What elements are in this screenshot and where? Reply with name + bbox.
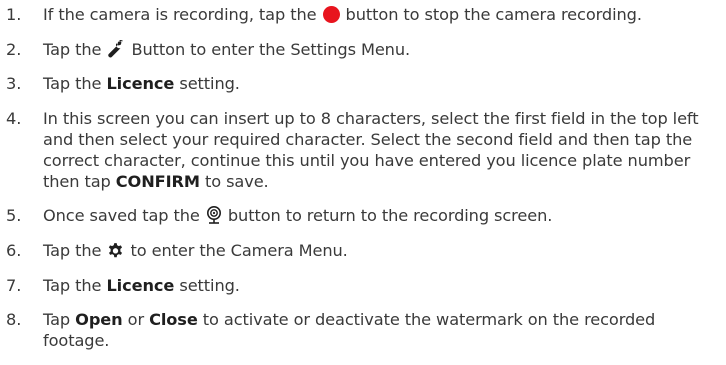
step-text-part: setting.: [174, 74, 240, 94]
step-text-part: button to return to the recording screen…: [222, 206, 553, 226]
step-text-part: Once saved tap the: [43, 206, 205, 226]
step-item: 3. Tap the Licence setting.: [6, 73, 722, 94]
step-text: Tap Open or Close to activate or deactiv…: [43, 309, 722, 351]
instruction-document: 1. If the camera is recording, tap the b…: [0, 0, 726, 350]
gear-icon: [107, 242, 124, 259]
step-text: Tap the Licence setting.: [43, 73, 722, 94]
step-text-part: or: [122, 310, 150, 330]
step-text-part: Tap the: [43, 275, 107, 295]
instruction-steps-list: 1. If the camera is recording, tap the b…: [6, 4, 722, 365]
step-text-part: Tap the: [43, 39, 107, 59]
step-item: 2. Tap the Button to enter the Settings …: [6, 39, 722, 60]
step-bold-term: Licence: [106, 74, 175, 94]
step-item: 8. Tap Open or Close to activate or deac…: [6, 309, 722, 351]
step-number: 7.: [6, 275, 22, 295]
step-number: 6.: [6, 240, 22, 260]
step-bold-term: Open: [75, 310, 123, 330]
step-item: 1. If the camera is recording, tap the b…: [6, 4, 722, 25]
step-text: Once saved tap the button to return to t…: [43, 205, 722, 226]
step-text: Tap the Button to enter the Settings Men…: [43, 39, 722, 60]
step-text-part: Button to enter the Settings Menu.: [126, 39, 411, 59]
step-text-part: to enter the Camera Menu.: [125, 240, 348, 260]
step-item: 6. Tap the to enter the Camera Menu.: [6, 240, 722, 261]
step-number: 3.: [6, 74, 22, 94]
step-number: 8.: [6, 310, 22, 330]
step-number: 5.: [6, 206, 22, 226]
step-bold-term: CONFIRM: [115, 171, 200, 191]
step-text-part: setting.: [174, 275, 240, 295]
step-bold-term: Close: [149, 310, 198, 330]
step-text-part: If the camera is recording, tap the: [43, 5, 322, 24]
camera-lens-icon: [206, 206, 222, 225]
step-text: Tap the Licence setting.: [43, 275, 722, 296]
step-text-part: to save.: [199, 171, 269, 191]
record-button-icon: [322, 6, 340, 23]
step-text: Tap the to enter the Camera Menu.: [43, 240, 722, 261]
wrench-icon: [107, 39, 125, 58]
step-item: 4. In this screen you can insert up to 8…: [6, 108, 722, 192]
step-text: If the camera is recording, tap the butt…: [43, 4, 722, 25]
step-bold-term: Licence: [106, 275, 175, 295]
step-number: 1.: [6, 5, 22, 24]
step-text-part: Tap: [43, 310, 76, 330]
step-item: 7. Tap the Licence setting.: [6, 275, 722, 296]
step-number: 2.: [6, 39, 22, 59]
step-text-part: Tap the: [43, 74, 107, 94]
step-item: 5. Once saved tap the button to return t…: [6, 205, 722, 226]
step-text-part: Tap the: [43, 240, 107, 260]
step-number: 4.: [6, 108, 22, 128]
step-text: In this screen you can insert up to 8 ch…: [43, 108, 722, 192]
step-text-part: button to stop the camera recording.: [340, 5, 642, 24]
